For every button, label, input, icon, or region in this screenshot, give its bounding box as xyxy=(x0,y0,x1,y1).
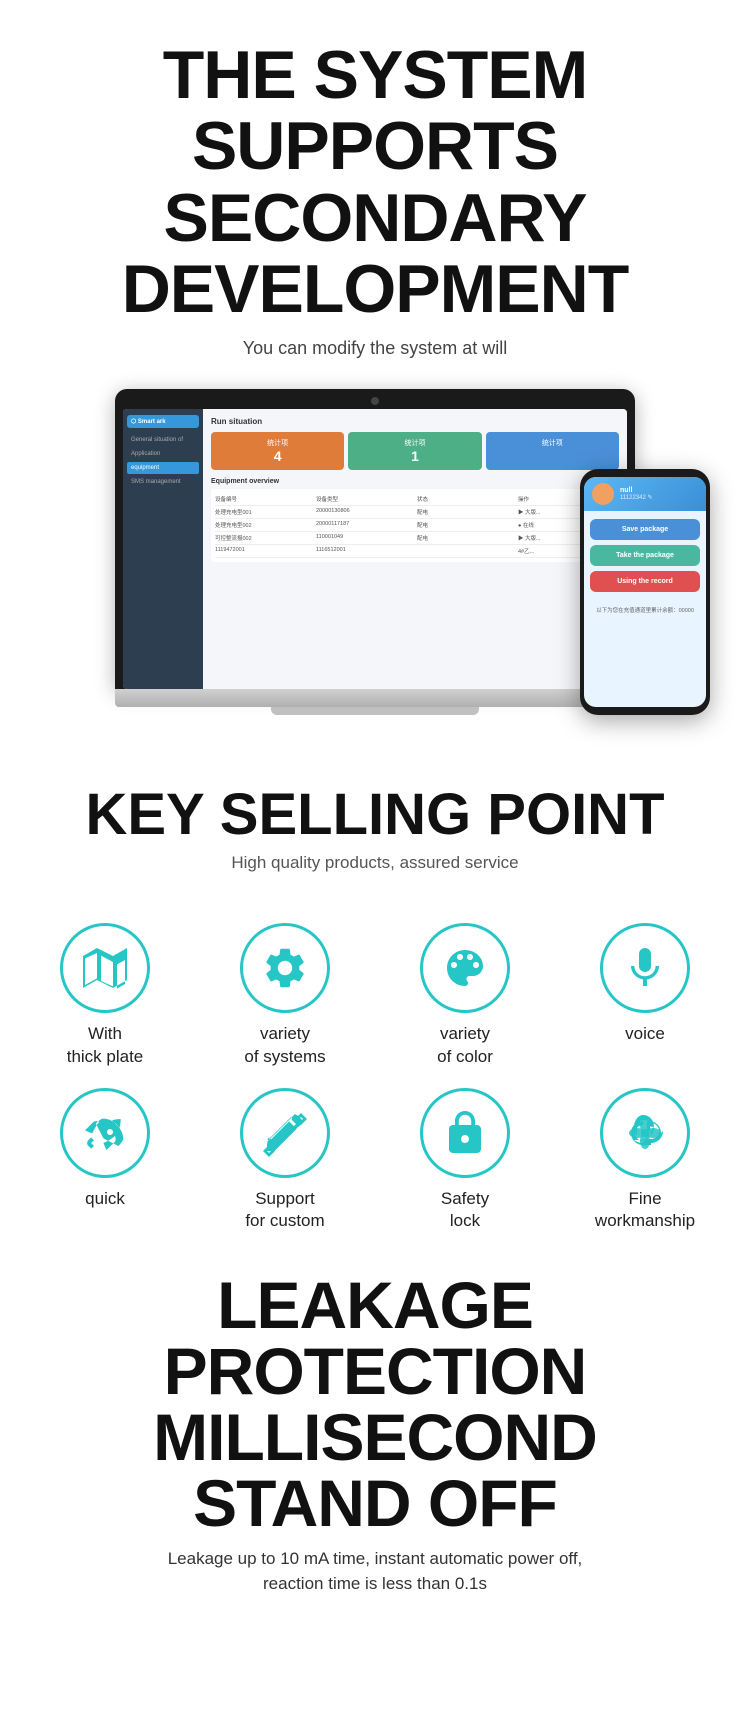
icon-workmanship: Fineworkmanship xyxy=(560,1088,730,1232)
nav-sms: SMS management xyxy=(127,476,199,488)
leakage-title: LEAKAGE PROTECTION MILLISECOND STAND OFF xyxy=(20,1272,730,1536)
icon-thick-plate: Withthick plate xyxy=(20,923,190,1067)
hero-section: THE SYSTEM SUPPORTS SECONDARY DEVELOPMEN… xyxy=(0,0,750,379)
phone-buttons: Save package Take the package Using the … xyxy=(584,511,706,600)
icon-systems: varietyof systems xyxy=(200,923,370,1067)
map-icon xyxy=(81,944,129,992)
device-section: ⬡ Smart ark General situation of Applica… xyxy=(0,379,750,745)
stat-card-orange: 统计项 4 xyxy=(211,432,344,470)
table-row-1: 处理充电型001 20000130806 配电 ▶ 大版... xyxy=(215,506,615,519)
icons-grid: Withthick plate varietyof systems variet… xyxy=(0,893,750,1251)
phone-btn-record[interactable]: Using the record xyxy=(590,571,700,592)
icon-label-systems: varietyof systems xyxy=(244,1023,325,1067)
phone-userid: 11122342 ✎ xyxy=(620,494,698,501)
phone-user-info: null 11122342 ✎ xyxy=(620,487,698,501)
phone-outer: null 11122342 ✎ Save package Take the pa… xyxy=(580,469,710,715)
laptop-stand xyxy=(271,707,479,715)
stat-value-1: 4 xyxy=(274,448,282,464)
selling-title: KEY SELLING POINT xyxy=(30,785,720,846)
rocket-icon-circle xyxy=(60,1088,150,1178)
selling-section: KEY SELLING POINT High quality products,… xyxy=(0,745,750,894)
icon-label-voice: voice xyxy=(625,1023,665,1045)
table-row-4: 1119472001 1116512001 4#乙... xyxy=(215,545,615,558)
icon-safety-lock: Safetylock xyxy=(380,1088,550,1232)
lock-icon xyxy=(441,1109,489,1157)
stat-card-green: 统计项 1 xyxy=(348,432,481,470)
app-ui: ⬡ Smart ark General situation of Applica… xyxy=(123,409,627,689)
icon-label-workmanship: Fineworkmanship xyxy=(595,1188,695,1232)
mic-icon-circle xyxy=(600,923,690,1013)
phone-footer: 以下为您在充值通道里累计余额：00000 xyxy=(584,600,706,620)
icon-custom: Supportfor custom xyxy=(200,1088,370,1232)
stat-value-3 xyxy=(550,448,554,464)
icon-label-color: varietyof color xyxy=(437,1023,493,1067)
palette-icon xyxy=(441,944,489,992)
phone-screen: null 11122342 ✎ Save package Take the pa… xyxy=(584,477,706,707)
laptop-notch xyxy=(371,397,379,405)
leakage-section: LEAKAGE PROTECTION MILLISECOND STAND OFF… xyxy=(0,1252,750,1607)
nav-general: General situation of xyxy=(127,434,199,446)
app-table: 设备编号 设备类型 状态 操作 处理充电型001 20000130806 配电 … xyxy=(211,489,619,562)
phone-btn-save[interactable]: Save package xyxy=(590,519,700,540)
icon-voice: voice xyxy=(560,923,730,1067)
laptop-base xyxy=(115,689,635,707)
palette-icon-circle xyxy=(420,923,510,1013)
stat-cards: 统计项 4 统计项 1 统计项 xyxy=(211,432,619,470)
gear-icon-circle xyxy=(240,923,330,1013)
avatar xyxy=(592,483,614,505)
map-icon-circle xyxy=(60,923,150,1013)
table-row-3: 可控整流报002 110001049 配电 ▶ 大版... xyxy=(215,532,615,545)
laptop-screen-outer: ⬡ Smart ark General situation of Applica… xyxy=(115,389,635,689)
app-sidebar: ⬡ Smart ark General situation of Applica… xyxy=(123,409,203,689)
ruler-icon xyxy=(261,1109,309,1157)
nav-equipment: equipment xyxy=(127,462,199,474)
app-logo: ⬡ Smart ark xyxy=(127,415,199,428)
laptop-mockup: ⬡ Smart ark General situation of Applica… xyxy=(115,389,635,715)
icon-label-custom: Supportfor custom xyxy=(245,1188,324,1232)
phone-mockup: null 11122342 ✎ Save package Take the pa… xyxy=(580,469,710,715)
ruler-icon-circle xyxy=(240,1088,330,1178)
app-table-title: Equipment overview xyxy=(211,478,619,485)
stat-label-2: 统计项 xyxy=(404,438,425,448)
stat-card-blue: 统计项 xyxy=(486,432,619,470)
selling-subtitle: High quality products, assured service xyxy=(30,853,720,873)
phone-header: null 11122342 ✎ xyxy=(584,477,706,511)
laptop-screen: ⬡ Smart ark General situation of Applica… xyxy=(123,409,627,689)
hero-title: THE SYSTEM SUPPORTS SECONDARY DEVELOPMEN… xyxy=(30,40,720,326)
hero-subtitle: You can modify the system at will xyxy=(30,338,720,359)
leakage-subtitle: Leakage up to 10 mA time, instant automa… xyxy=(20,1546,730,1597)
fan-icon xyxy=(621,1109,669,1157)
icon-label-safety-lock: Safetylock xyxy=(441,1188,489,1232)
phone-btn-take[interactable]: Take the package xyxy=(590,545,700,566)
gear-icon xyxy=(261,944,309,992)
icon-label-thick-plate: Withthick plate xyxy=(67,1023,144,1067)
mic-icon xyxy=(621,944,669,992)
icon-label-quick: quick xyxy=(85,1188,125,1210)
app-main: Run situation 统计项 4 统计项 1 统计项 xyxy=(203,409,627,689)
rocket-icon xyxy=(81,1109,129,1157)
icon-color: varietyof color xyxy=(380,923,550,1067)
stat-label-3: 统计项 xyxy=(542,438,563,448)
app-run-title: Run situation xyxy=(211,417,619,426)
stat-value-2: 1 xyxy=(411,448,419,464)
table-row-header: 设备编号 设备类型 状态 操作 xyxy=(215,493,615,506)
lock-icon-circle xyxy=(420,1088,510,1178)
nav-application: Application xyxy=(127,448,199,460)
fan-icon-circle xyxy=(600,1088,690,1178)
phone-username: null xyxy=(620,487,698,494)
table-row-2: 处理充电型002 20000117187 配电 ● 在线 xyxy=(215,519,615,532)
stat-label-1: 统计项 xyxy=(267,438,288,448)
icon-quick: quick xyxy=(20,1088,190,1232)
